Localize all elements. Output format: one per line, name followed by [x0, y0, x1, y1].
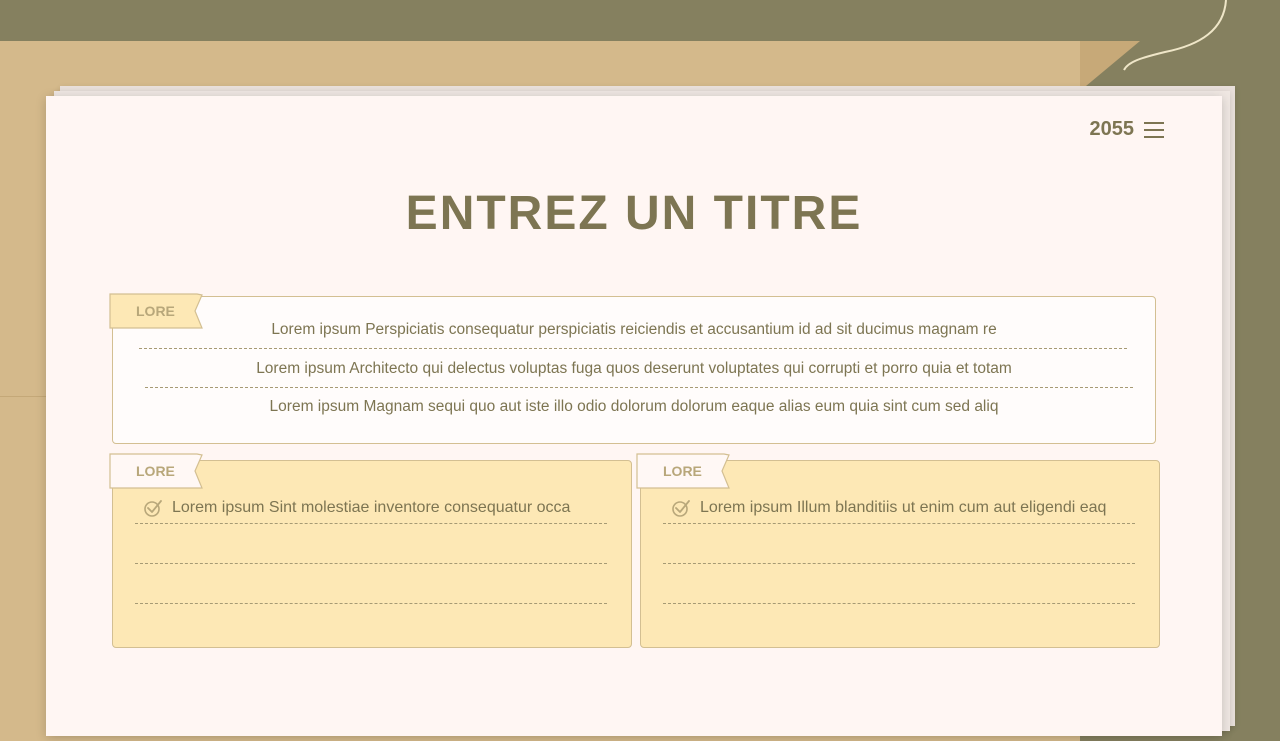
slide-sheet: 2055 ENTREZ UN TITRE Lorem ipsum Perspic… — [46, 96, 1222, 736]
check-icon — [144, 500, 162, 517]
page-indicator: 2055 — [1089, 118, 1164, 141]
tag-text: LORE — [663, 463, 702, 479]
tag-label-left: LORE — [109, 453, 203, 489]
check-icon — [672, 500, 690, 517]
divider-dashed — [135, 563, 607, 564]
string-decoration — [1123, 0, 1227, 71]
page-number: 2055 — [1089, 118, 1135, 140]
hamburger-menu-icon[interactable] — [1144, 121, 1164, 138]
checklist-item-text: Lorem ipsum Sint molestiae inventore con… — [172, 499, 571, 516]
tag-text: LORE — [136, 463, 175, 479]
divider-dashed — [663, 563, 1135, 564]
divider-dashed — [663, 603, 1135, 604]
divider-dashed — [663, 523, 1135, 524]
divider-dashed — [145, 387, 1133, 388]
card-line-1: Lorem ipsum Perspiciatis consequatur per… — [271, 321, 997, 338]
checklist-item-text: Lorem ipsum Illum blanditiis ut enim cum… — [700, 499, 1107, 516]
checklist-item: Lorem ipsum Sint molestiae inventore con… — [143, 499, 570, 517]
divider-dashed — [135, 523, 607, 524]
page-title: ENTREZ UN TITRE — [405, 187, 863, 240]
tag-label-top: LORE — [109, 293, 203, 329]
tag-label-right: LORE — [636, 453, 730, 489]
text-card-top: Lorem ipsum Perspiciatis consequatur per… — [112, 296, 1156, 444]
card-line-2: Lorem ipsum Architecto qui delectus volu… — [256, 360, 1012, 377]
checklist-item: Lorem ipsum Illum blanditiis ut enim cum… — [671, 499, 1106, 517]
divider-dashed — [139, 348, 1127, 349]
divider-dashed — [135, 603, 607, 604]
folder-edge-line — [0, 396, 46, 397]
card-line-3: Lorem ipsum Magnam sequi quo aut iste il… — [269, 398, 999, 415]
tag-text: LORE — [136, 303, 175, 319]
